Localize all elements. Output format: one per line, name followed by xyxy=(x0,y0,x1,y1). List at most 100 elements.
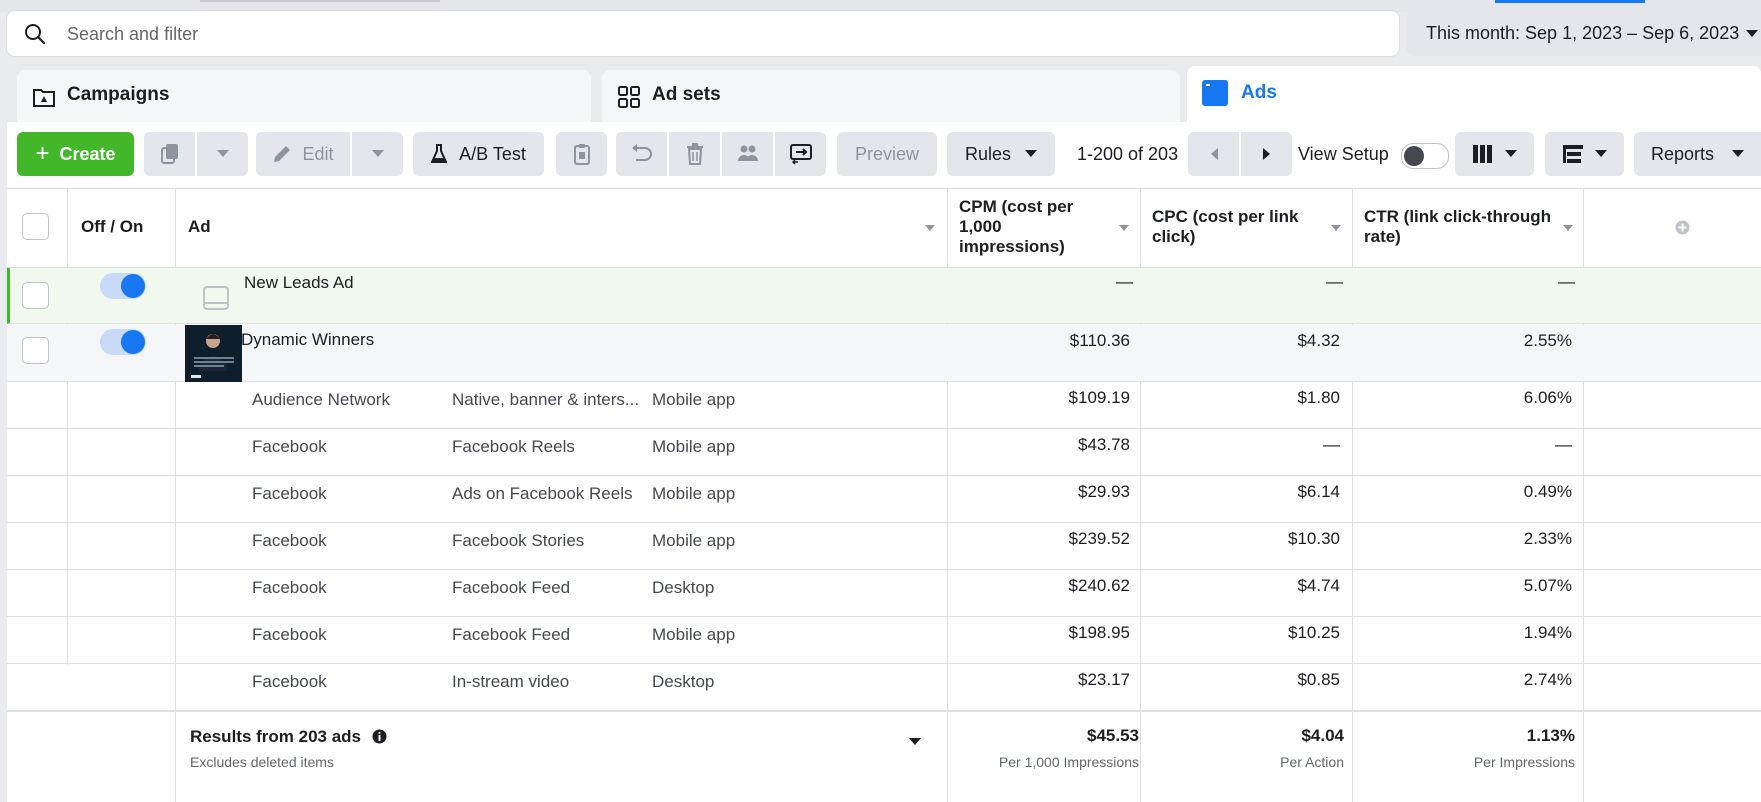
table-row[interactable]: New Leads Ad — — — xyxy=(7,268,1761,324)
platform: Facebook xyxy=(252,531,327,550)
ad-placeholder-icon xyxy=(203,286,229,310)
placement: Facebook Stories xyxy=(452,531,585,550)
breakdown-icon xyxy=(1562,145,1583,163)
pencil-icon xyxy=(272,144,292,164)
cpm-value: $43.78 xyxy=(1078,435,1130,454)
cpc-value: $10.30 xyxy=(1288,529,1340,548)
ctr-value: — xyxy=(1558,272,1575,291)
breakdown-row: Facebook Facebook Stories Mobile app $23… xyxy=(7,523,1761,570)
caret-down-icon xyxy=(1025,150,1038,158)
ab-test-button[interactable]: A/B Test xyxy=(413,132,544,176)
cpm-value: $110.36 xyxy=(1069,331,1130,350)
total-ctr: 1.13% xyxy=(1526,726,1575,745)
placement: Facebook Feed xyxy=(452,578,571,597)
results-subtitle: Excludes deleted items xyxy=(190,754,334,770)
edit-dropdown-button[interactable] xyxy=(352,132,403,176)
cpc-value: $0.85 xyxy=(1297,670,1340,689)
ctr-value: 5.07% xyxy=(1523,576,1572,595)
tab-label: Campaigns xyxy=(67,84,170,105)
ad-toggle[interactable] xyxy=(100,273,146,299)
cpc-value: — xyxy=(1326,272,1343,291)
date-range-picker[interactable]: This month: Sep 1, 2023 – Sep 6, 2023 xyxy=(1406,11,1761,56)
duplicate-dropdown-button[interactable] xyxy=(197,132,248,176)
results-summary: Results from 203 ads Excludes deleted it… xyxy=(7,710,1761,802)
toolbar: + Create Edit A/B Test Preview Rules 1-2… xyxy=(7,122,1761,186)
placement: Native, banner & inters... xyxy=(452,390,640,409)
row-checkbox[interactable] xyxy=(22,282,49,309)
breakdown-button[interactable] xyxy=(1545,132,1624,176)
search-input[interactable] xyxy=(65,19,1369,49)
total-cpc: $4.04 xyxy=(1301,726,1344,745)
sort-caret-icon[interactable] xyxy=(1331,225,1341,231)
cpc-value: $6.14 xyxy=(1297,482,1340,501)
undo-icon xyxy=(631,144,653,164)
results-title: Results from 203 ads xyxy=(190,727,387,747)
placement: Facebook Feed xyxy=(452,625,571,644)
create-button[interactable]: + Create xyxy=(17,132,134,176)
tab-ad-sets[interactable]: Ad sets xyxy=(602,70,1180,122)
total-cpm-label: Per 1,000 Impressions xyxy=(998,754,1139,770)
sort-caret-icon[interactable] xyxy=(1119,225,1129,231)
table-header: Off / On Ad CPM (cost per 1,000 impressi… xyxy=(7,189,1761,268)
ad-name[interactable]: Dynamic Winners xyxy=(241,330,374,350)
duplicate-button[interactable] xyxy=(144,132,195,176)
share-button[interactable] xyxy=(775,132,826,176)
create-label: Create xyxy=(59,143,116,164)
plus-icon: + xyxy=(35,140,50,167)
table-row[interactable]: Dynamic Winners $110.36 $4.32 2.55% xyxy=(7,325,1761,382)
placement: In-stream video xyxy=(452,672,570,691)
column-header-cpm[interactable]: CPM (cost per 1,000 impressions) xyxy=(959,197,1109,275)
clipboard-button[interactable] xyxy=(556,132,607,176)
device: Desktop xyxy=(652,578,715,597)
ctr-value: 6.06% xyxy=(1523,388,1572,407)
sort-caret-icon[interactable] xyxy=(1563,225,1573,231)
previous-page-button[interactable] xyxy=(1188,132,1239,176)
ctr-value: — xyxy=(1555,435,1572,454)
ad-toggle[interactable] xyxy=(100,329,146,355)
top-divider xyxy=(200,0,440,2)
view-setup-toggle[interactable] xyxy=(1401,143,1449,169)
info-icon[interactable] xyxy=(372,729,387,744)
select-all-checkbox[interactable] xyxy=(22,213,49,240)
ads-table: Off / On Ad CPM (cost per 1,000 impressi… xyxy=(7,188,1761,802)
device: Mobile app xyxy=(652,390,736,409)
device: Mobile app xyxy=(652,531,736,550)
add-column-icon[interactable] xyxy=(1675,220,1690,235)
tab-campaigns[interactable]: Campaigns xyxy=(17,70,591,122)
tab-ads[interactable]: Ads xyxy=(1187,66,1761,122)
ctr-value: 1.94% xyxy=(1523,623,1572,642)
swap-icon xyxy=(789,143,813,165)
ad-thumbnail[interactable] xyxy=(185,325,242,382)
reports-label: Reports xyxy=(1650,143,1715,164)
delete-button[interactable] xyxy=(669,132,720,176)
edit-button[interactable]: Edit xyxy=(256,132,350,176)
audience-button[interactable] xyxy=(722,132,773,176)
search-box xyxy=(7,11,1399,56)
caret-down-icon[interactable] xyxy=(909,738,921,746)
cpc-value: $4.32 xyxy=(1297,331,1340,350)
undo-button[interactable] xyxy=(616,132,667,176)
rules-label: Rules xyxy=(964,143,1012,164)
cpm-value: $239.52 xyxy=(1068,529,1130,548)
platform: Facebook xyxy=(252,578,327,597)
edit-label: Edit xyxy=(302,143,334,164)
caret-down-icon xyxy=(1594,150,1607,158)
ad-name[interactable]: New Leads Ad xyxy=(244,273,354,293)
total-cpc-label: Per Action xyxy=(1280,754,1344,770)
tab-label: Ad sets xyxy=(652,84,721,105)
caret-down-icon xyxy=(1732,150,1745,158)
ctr-value: 2.33% xyxy=(1523,529,1572,548)
cpm-value: $29.93 xyxy=(1078,482,1130,501)
columns-button[interactable] xyxy=(1455,132,1534,176)
preview-button[interactable]: Preview xyxy=(837,132,937,176)
device: Mobile app xyxy=(652,484,736,503)
sort-caret-icon[interactable] xyxy=(925,225,935,231)
rules-button[interactable]: Rules xyxy=(947,132,1055,176)
next-page-button[interactable] xyxy=(1241,132,1292,176)
row-checkbox[interactable] xyxy=(22,337,49,364)
reports-button[interactable]: Reports xyxy=(1634,132,1761,176)
columns-icon xyxy=(1472,145,1493,163)
ad-icon xyxy=(1201,79,1229,107)
placement: Facebook Reels xyxy=(452,437,575,456)
tab-label: Ads xyxy=(1241,82,1277,103)
